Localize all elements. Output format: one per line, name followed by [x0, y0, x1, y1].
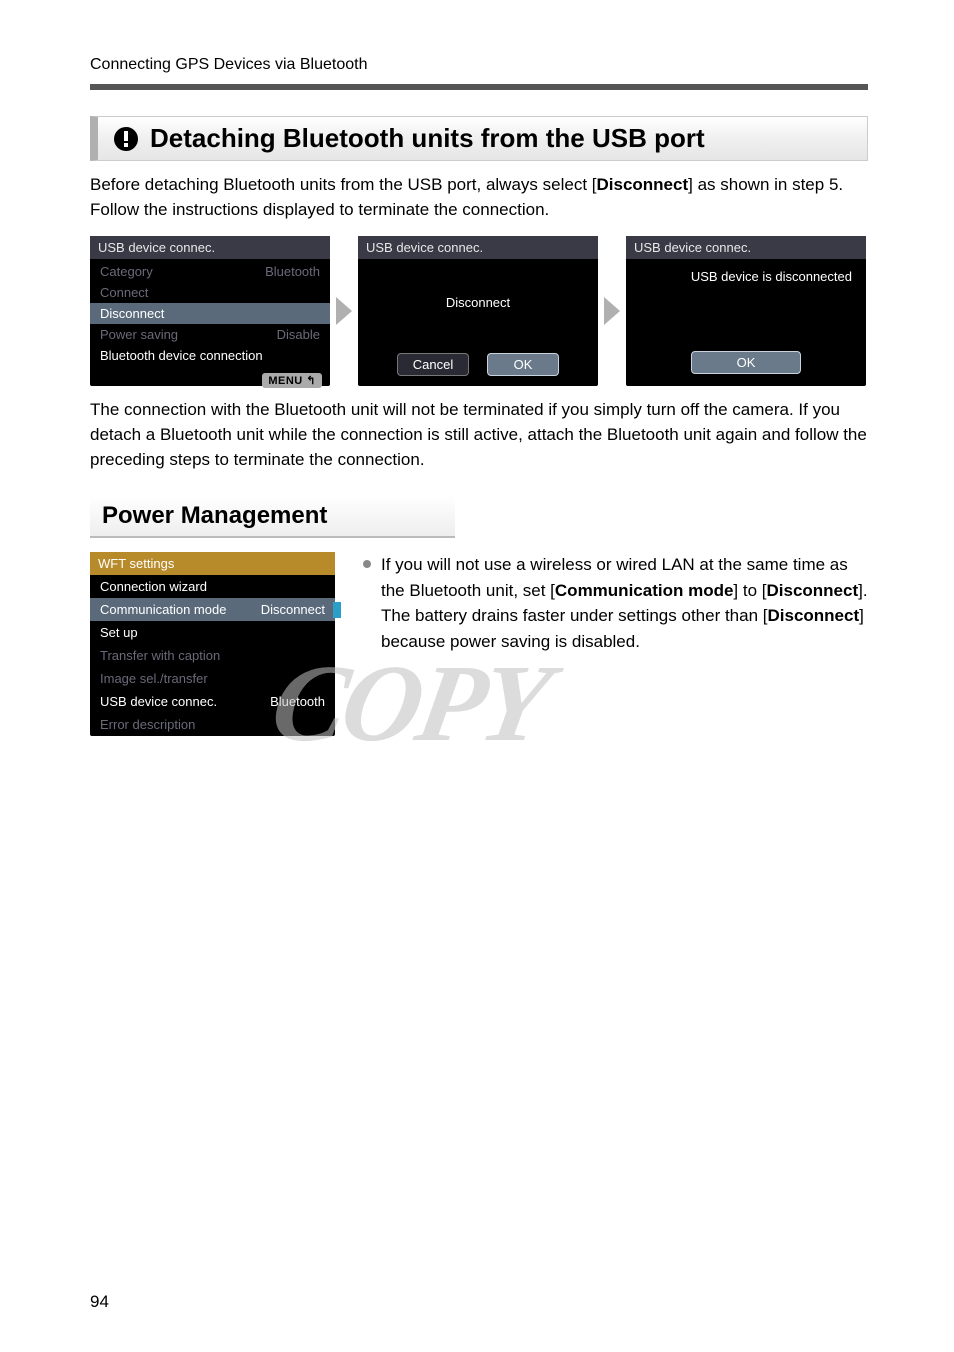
menu-row: Category Bluetooth: [90, 261, 330, 282]
menu-row-selected: Communication mode Disconnect: [90, 598, 335, 621]
bullet-dot-icon: [363, 560, 371, 568]
screens-row: USB device connec. Category Bluetooth Co…: [90, 236, 868, 386]
text: Before detaching Bluetooth units from th…: [90, 175, 597, 194]
after-screens-paragraph: The connection with the Bluetooth unit w…: [90, 398, 868, 472]
ok-button: OK: [487, 353, 559, 376]
label: Connection wizard: [100, 579, 207, 594]
ok-button: OK: [691, 351, 801, 374]
label: Error description: [100, 717, 195, 732]
label: Set up: [100, 625, 138, 640]
camera-screen-3: USB device connec. USB device is disconn…: [626, 236, 866, 386]
menu-row: Bluetooth device connection: [90, 345, 330, 366]
menu-row: Connect: [90, 282, 330, 303]
menu-row: Power saving Disable: [90, 324, 330, 345]
menu-row-selected: Disconnect: [90, 303, 330, 324]
menu-row: Error description: [90, 713, 335, 736]
section-banner-detaching: Detaching Bluetooth units from the USB p…: [90, 116, 868, 161]
text: ] to [: [733, 581, 766, 600]
wft-settings-screen: WFT settings Connection wizard Communica…: [90, 552, 335, 736]
menu-row: Set up: [90, 621, 335, 644]
menu-row: Connection wizard: [90, 575, 335, 598]
text-bold: Communication mode: [555, 581, 734, 600]
screen-title: USB device connec.: [358, 236, 598, 259]
text-bold: Disconnect: [768, 606, 860, 625]
label: Connect: [100, 285, 148, 300]
value: Bluetooth: [265, 264, 320, 279]
label: Communication mode: [100, 602, 226, 617]
page-number: 94: [90, 1292, 109, 1312]
camera-screen-2: USB device connec. Disconnect Cancel OK: [358, 236, 598, 386]
value: Disable: [277, 327, 320, 342]
screen-message: USB device is disconnected: [626, 259, 866, 284]
label: Category: [100, 264, 153, 279]
section-title: Detaching Bluetooth units from the USB p…: [150, 123, 705, 154]
menu-row: Image sel./transfer: [90, 667, 335, 690]
arrow-right-icon: [336, 297, 352, 325]
screen-message: Disconnect: [358, 259, 598, 345]
menu-back-badge: MENU: [262, 373, 322, 388]
running-head: Connecting GPS Devices via Bluetooth: [90, 56, 868, 74]
screen-title: USB device connec.: [626, 236, 866, 259]
menu-row: USB device connec. Bluetooth: [90, 690, 335, 713]
label: Image sel./transfer: [100, 671, 208, 686]
label: Bluetooth device connection: [100, 348, 263, 363]
intro-paragraph: Before detaching Bluetooth units from th…: [90, 173, 868, 222]
camera-screen-1: USB device connec. Category Bluetooth Co…: [90, 236, 330, 386]
label: USB device connec.: [100, 694, 217, 709]
warning-exclaim-icon: [108, 125, 144, 153]
screen-title: WFT settings: [90, 552, 335, 575]
label: Power saving: [100, 327, 178, 342]
subsection-power-management: Power Management: [90, 496, 455, 538]
text-bold: Disconnect: [767, 581, 859, 600]
text-bold: Disconnect: [597, 175, 689, 194]
value: Disconnect: [261, 602, 325, 617]
cancel-button: Cancel: [397, 353, 469, 376]
value: Bluetooth: [270, 694, 325, 709]
bullet-item: If you will not use a wireless or wired …: [363, 552, 868, 654]
screen-title: USB device connec.: [90, 236, 330, 259]
screen-footer: MENU: [90, 368, 330, 394]
label: Disconnect: [100, 306, 164, 321]
menu-row: Transfer with caption: [90, 644, 335, 667]
label: Transfer with caption: [100, 648, 220, 663]
header-rule: [90, 84, 868, 90]
arrow-right-icon: [604, 297, 620, 325]
bullet-text: If you will not use a wireless or wired …: [381, 552, 868, 654]
